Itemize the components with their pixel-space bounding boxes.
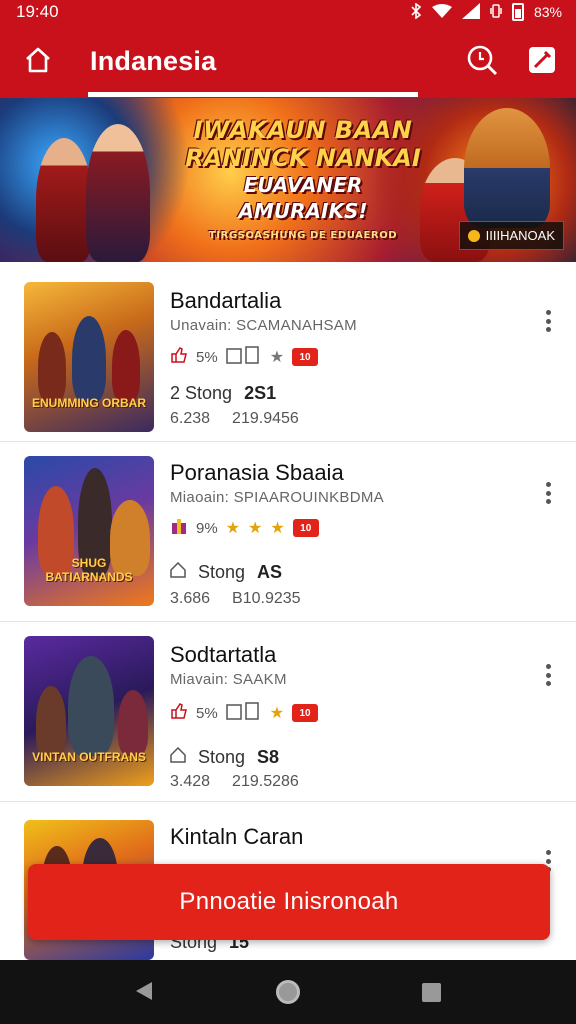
home-nav-icon[interactable]	[276, 980, 300, 1004]
item-num-2: B10.9235	[232, 590, 301, 607]
thumb-up-icon	[170, 346, 188, 368]
item-stats: 2 Stong 2S1	[170, 383, 276, 404]
more-options-icon[interactable]	[538, 660, 558, 690]
item-title: Poranasia Sbaaia	[170, 460, 344, 485]
item-num-1: 3.428	[170, 773, 211, 790]
banner-line-3: EUAVANER AMURAIKS!	[238, 173, 368, 223]
active-tab-indicator	[88, 92, 418, 97]
star-icon: ★	[269, 705, 285, 722]
thumb-caption: VINTAN OUTFRANS	[32, 750, 146, 764]
status-icons: 83%	[410, 1, 562, 22]
item-num-2: 219.9456	[232, 410, 299, 427]
device-icon	[225, 346, 262, 368]
home-icon	[23, 45, 53, 80]
item-meta: 5% ★ 10	[170, 702, 319, 724]
item-tag: 10	[292, 704, 319, 722]
thumb-up-icon	[170, 702, 188, 724]
item-meta: 5% ★ 10	[170, 346, 319, 368]
thumb-figure	[118, 690, 148, 756]
device-icon	[225, 702, 262, 724]
item-numbers: 6.238 219.9456	[170, 410, 299, 428]
item-percent: 5%	[196, 348, 218, 366]
page-title: Indanesia	[90, 46, 217, 76]
status-time: 19:40	[16, 2, 59, 21]
vibrate-icon	[490, 3, 502, 22]
banner-line-4: TIRGSOASHUNG DE EDUAEROD	[208, 230, 398, 241]
item-percent: 5%	[196, 704, 218, 722]
star-icon: ★	[225, 520, 241, 537]
thumb-caption: SHUG BATIARNANDS	[45, 556, 133, 584]
recents-icon[interactable]	[422, 983, 441, 1002]
item-num-2: 219.5286	[232, 773, 299, 790]
banner-headline: IWAKAUN BAAN RANINCK NANKAI EUAVANER AMU…	[178, 116, 428, 241]
thumb-figure	[112, 330, 140, 402]
stat-value: AS	[257, 562, 283, 582]
signal-icon	[461, 2, 480, 22]
search-icon	[465, 43, 499, 82]
item-num-1: 3.686	[170, 590, 211, 607]
item-subtitle: Unavain: SCAMANAHSAM	[170, 317, 357, 334]
home-button[interactable]	[18, 42, 58, 82]
banner-badge-label: IIIIHANOAK	[485, 228, 555, 243]
primary-cta-button[interactable]: Pnnoatie Inisronoah	[28, 864, 550, 940]
stat-value: S8	[257, 747, 280, 767]
wifi-icon	[431, 3, 452, 21]
item-numbers: 3.686 B10.9235	[170, 590, 301, 608]
banner-line-2: RANINCK NANKAI	[185, 144, 421, 172]
list-item[interactable]: ENUMMING ORBAR Bandartalia Unavain: SCAM…	[0, 262, 576, 442]
thumb-caption: ENUMMING ORBAR	[32, 396, 146, 410]
star-icon: ★	[248, 520, 263, 537]
edit-icon	[526, 44, 558, 81]
thumb-figure	[72, 316, 106, 402]
app-bar: Indanesia	[0, 24, 576, 98]
gift-icon	[170, 517, 188, 539]
stats-icon	[170, 746, 186, 768]
item-thumbnail: VINTAN OUTFRANS	[24, 636, 154, 786]
item-tag: 10	[292, 348, 319, 366]
list-item[interactable]: SHUG BATIARNANDS Poranasia Sbaaia Miaoai…	[0, 442, 576, 622]
home-icon	[170, 561, 186, 583]
star-icon: ★	[270, 520, 285, 537]
item-title: Bandartalia	[170, 288, 282, 313]
stat-value: 2S1	[244, 383, 277, 403]
system-nav-bar	[0, 960, 576, 1024]
battery-icon	[511, 3, 524, 21]
back-icon[interactable]	[134, 980, 154, 1007]
search-button[interactable]	[462, 42, 502, 82]
banner-line-1: IWAKAUN BAAN	[193, 116, 413, 144]
item-thumbnail: ENUMMING ORBAR	[24, 282, 154, 432]
thumb-figure	[68, 656, 114, 756]
item-percent: 9%	[196, 519, 218, 537]
thumb-figure	[36, 686, 66, 758]
item-stats: Stong AS	[170, 561, 283, 583]
banner-hero-left	[36, 138, 92, 262]
item-num-1: 6.238	[170, 410, 211, 427]
banner-lion	[464, 108, 550, 228]
stat-label: Stong	[198, 747, 246, 767]
coin-icon	[467, 229, 480, 242]
item-tag: 10	[292, 519, 319, 537]
item-thumbnail: SHUG BATIARNANDS	[24, 456, 154, 606]
stat-label: 2 Stong	[170, 383, 233, 403]
bluetooth-icon	[410, 1, 422, 22]
status-bar: 19:40 83%	[0, 0, 576, 24]
item-title: Kintaln Caran	[170, 824, 304, 849]
list-item[interactable]: VINTAN OUTFRANS Sodtartatla Miavain: SAA…	[0, 622, 576, 802]
item-numbers: 3.428 219.5286	[170, 773, 299, 791]
promo-banner[interactable]: IWAKAUN BAAN RANINCK NANKAI EUAVANER AMU…	[0, 98, 576, 262]
more-options-icon[interactable]	[538, 306, 558, 336]
item-subtitle: Miavain: SAAKM	[170, 671, 287, 688]
stat-label: Stong	[198, 562, 246, 582]
item-stats: Stong S8	[170, 746, 280, 768]
item-meta: 9% ★ ★ ★ 10	[170, 517, 319, 539]
item-title: Sodtartatla	[170, 642, 277, 667]
thumb-figure	[38, 332, 66, 402]
battery-percent: 83%	[533, 4, 562, 20]
item-subtitle: Miaoain: SPIAAROUINKBDMA	[170, 489, 384, 506]
star-icon: ★	[269, 349, 285, 366]
edit-button[interactable]	[522, 42, 562, 82]
more-options-icon[interactable]	[538, 478, 558, 508]
banner-badge[interactable]: IIIIHANOAK	[458, 221, 564, 250]
banner-hero-left-2	[86, 124, 150, 262]
